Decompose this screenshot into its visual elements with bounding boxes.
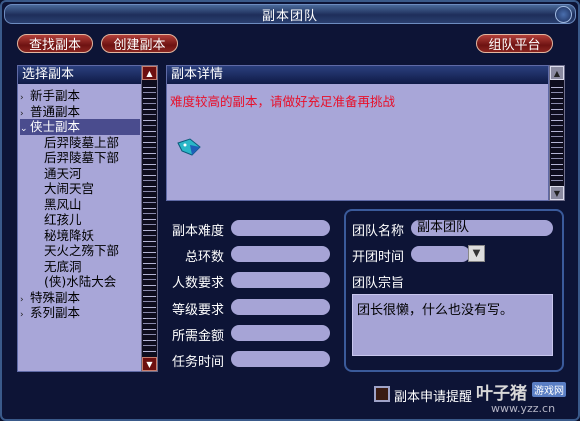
watermark-badge: 游戏网: [532, 382, 566, 397]
field-label: 任务时间: [171, 355, 224, 370]
scroll-track[interactable]: [143, 82, 156, 355]
field-label: 所需金额: [171, 329, 224, 344]
watermark-brand: 叶子猪: [476, 384, 527, 404]
tree-item[interactable]: 天火之殇下部: [20, 243, 140, 259]
dungeon-list-header: 选择副本: [18, 66, 141, 84]
tree-item-label: 系列副本: [30, 305, 81, 320]
tree-item-label: 大闹天宫: [44, 181, 95, 196]
window-title: 副本团队: [261, 8, 318, 24]
field-value: [231, 351, 330, 367]
watermark: 叶子猪 游戏网 www.yzz.cn: [476, 379, 576, 417]
tree-item-label: 红孩儿: [44, 212, 82, 227]
tree-category[interactable]: ⌄ 侠士副本: [20, 119, 140, 135]
find-dungeon-button[interactable]: 查找副本: [17, 34, 93, 53]
scroll-up-icon[interactable]: ▲: [142, 66, 157, 80]
field-label: 人数要求: [171, 276, 224, 291]
tree-item[interactable]: 黑风山: [20, 197, 140, 213]
tree-item-label: 后羿陵墓上部: [44, 134, 120, 150]
team-motto-field[interactable]: 团长很懒，什么也没有写。: [352, 294, 553, 356]
tree-item-label: 侠士副本: [30, 119, 81, 134]
field-label: 副本难度: [171, 224, 224, 239]
field-value: [231, 246, 330, 262]
team-name-field[interactable]: 副本团队: [411, 220, 553, 236]
chevron-down-icon[interactable]: ▼: [468, 245, 485, 262]
fish-icon: [176, 135, 204, 159]
tree-item[interactable]: 红孩儿: [20, 212, 140, 228]
field-value: [231, 272, 330, 288]
scroll-down-icon[interactable]: ▼: [142, 357, 157, 371]
dungeon-list-scrollbar[interactable]: ▲ ▼: [141, 65, 158, 372]
detail-scroll-track[interactable]: [551, 82, 563, 184]
tree-category[interactable]: › 系列副本: [20, 305, 140, 321]
tree-category[interactable]: › 新手副本: [20, 88, 140, 104]
tree-item[interactable]: 大闹天宫: [20, 181, 140, 197]
open-time-dropdown[interactable]: [411, 246, 470, 262]
tree-item[interactable]: (侠)水陆大会: [20, 274, 140, 290]
detail-header: 副本详情: [167, 66, 548, 84]
tree-item-label: 黑风山: [44, 196, 82, 212]
reminder-checkbox[interactable]: [374, 386, 390, 402]
tree-item-label: 新手副本: [30, 88, 81, 103]
tree-item-label: 秘境降妖: [44, 227, 95, 243]
dungeon-tree: › 新手副本 › 普通副本 ⌄ 侠士副本 后羿陵墓上部 后羿陵墓下部 通天河 大闹天宫 黑风山 红孩儿…: [20, 88, 140, 321]
field-value: [231, 299, 330, 315]
field-label: 等级要求: [171, 303, 224, 318]
open-time-label: 开团时间: [352, 250, 405, 265]
detail-description: 难度较高的副本，请做好充足准备再挑战: [170, 94, 396, 109]
tree-item-label: 普通副本: [30, 103, 81, 119]
tree-category[interactable]: › 特殊副本: [20, 290, 140, 306]
dungeon-team-window: 副本团队 查找副本 创建副本 组队平台 选择副本 › 新手副本 › 普通副本 ⌄ 侠士副本…: [0, 0, 580, 421]
field-value: [231, 325, 330, 341]
tree-item[interactable]: 后羿陵墓上部: [20, 135, 140, 151]
tree-item-label: (侠)水陆大会: [44, 274, 117, 289]
close-icon[interactable]: [555, 6, 572, 23]
team-motto-label: 团队宗旨: [352, 276, 405, 291]
tree-item[interactable]: 后羿陵墓下部: [20, 150, 140, 166]
detail-panel: [166, 65, 549, 201]
tree-item-label: 通天河: [44, 165, 82, 181]
reminder-label: 副本申请提醒: [394, 390, 473, 405]
tree-category[interactable]: › 普通副本: [20, 104, 140, 120]
tree-item-label: 特殊副本: [30, 289, 81, 305]
tree-item[interactable]: 通天河: [20, 166, 140, 182]
create-dungeon-button[interactable]: 创建副本: [101, 34, 178, 53]
field-label: 总环数: [184, 250, 224, 265]
detail-scroll-down-icon[interactable]: ▼: [550, 186, 564, 200]
tree-item[interactable]: 无底洞: [20, 259, 140, 275]
team-name-label: 团队名称: [352, 224, 405, 239]
team-platform-button[interactable]: 组队平台: [476, 34, 553, 53]
tree-item[interactable]: 秘境降妖: [20, 228, 140, 244]
watermark-url: www.yzz.cn: [491, 402, 556, 415]
detail-scroll-up-icon[interactable]: ▲: [550, 66, 564, 80]
title-bar[interactable]: 副本团队: [4, 4, 576, 24]
field-value: [231, 220, 330, 236]
expand-right-icon[interactable]: ›: [20, 308, 30, 324]
tree-item-label: 无底洞: [44, 258, 82, 274]
tree-item-label: 后羿陵墓下部: [44, 150, 120, 165]
expand-down-icon[interactable]: ⌄: [20, 122, 30, 138]
detail-scrollbar[interactable]: ▲ ▼: [549, 65, 565, 201]
tree-item-label: 天火之殇下部: [44, 243, 120, 258]
